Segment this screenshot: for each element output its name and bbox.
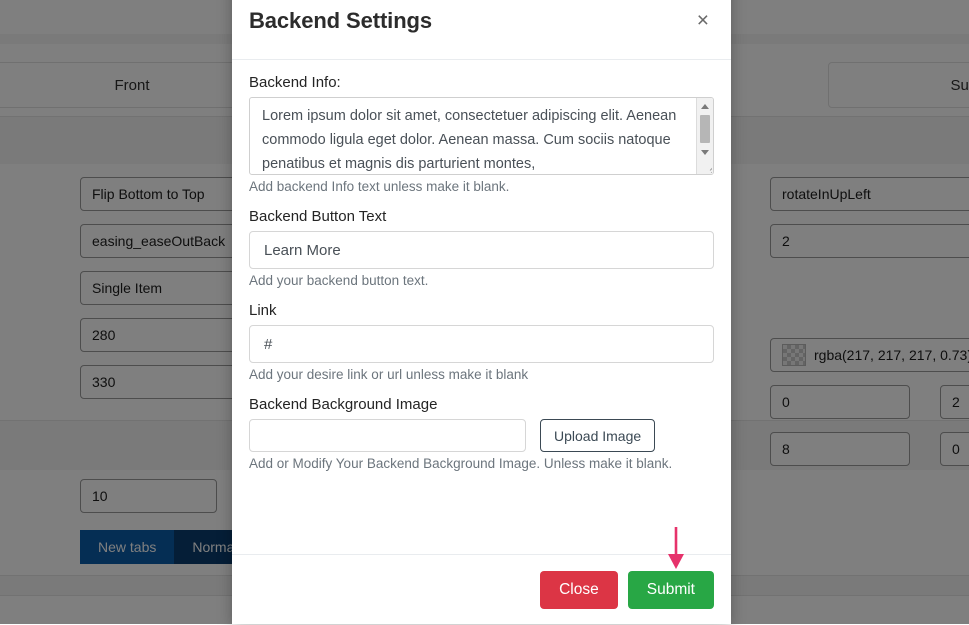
backend-info-label: Backend Info:	[249, 74, 341, 91]
background-image-help: Add or Modify Your Backend Background Im…	[249, 456, 673, 471]
link-help: Add your desire link or url unless make …	[249, 367, 529, 382]
background-image-label: Backend Background Image	[249, 396, 438, 413]
link-label: Link	[249, 302, 277, 319]
scroll-up-icon[interactable]	[697, 99, 713, 113]
scrollbar-thumb[interactable]	[700, 115, 710, 143]
modal-footer: Close Submit	[232, 554, 731, 624]
link-input[interactable]	[249, 325, 714, 363]
button-text-help: Add your backend button text.	[249, 273, 429, 288]
backend-info-value: Lorem ipsum dolor sit amet, consectetuer…	[262, 108, 681, 172]
button-text-input[interactable]	[249, 231, 714, 269]
close-icon[interactable]: ×	[691, 6, 715, 35]
modal-body: Backend Info: Lorem ipsum dolor sit amet…	[232, 60, 731, 554]
submit-button[interactable]: Submit	[627, 570, 714, 609]
backend-info-textarea[interactable]: Lorem ipsum dolor sit amet, consectetuer…	[249, 97, 714, 175]
background-image-input[interactable]	[249, 419, 526, 452]
upload-image-button[interactable]: Upload Image	[540, 419, 656, 452]
backend-info-help: Add backend Info text unless make it bla…	[249, 179, 510, 194]
close-button[interactable]: Close	[540, 570, 618, 609]
button-text-label: Backend Button Text	[249, 208, 387, 225]
modal-header: Backend Settings ×	[232, 0, 731, 60]
scroll-down-icon[interactable]	[697, 145, 713, 159]
background-image-row: Upload Image	[249, 419, 714, 452]
backend-settings-modal: Backend Settings × Backend Info: Lorem i…	[232, 0, 731, 624]
modal-title: Backend Settings	[249, 7, 433, 33]
resize-grip-icon[interactable]	[698, 159, 712, 173]
